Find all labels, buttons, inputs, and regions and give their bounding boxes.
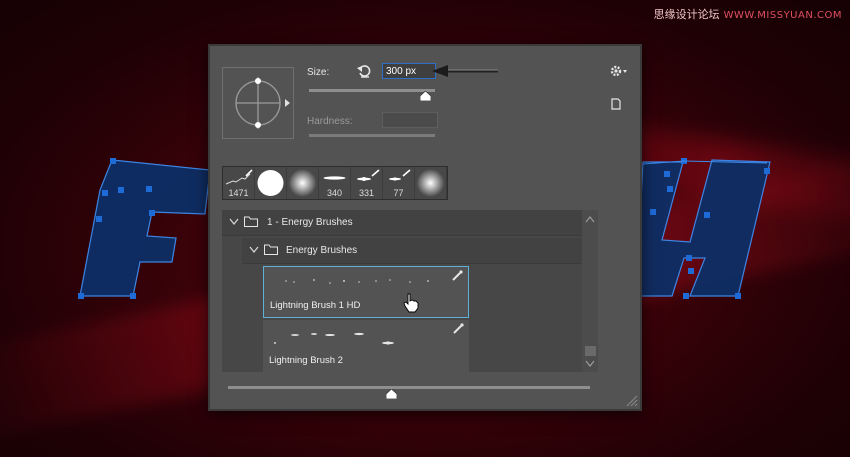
- sparkle-brush-icon: [357, 169, 380, 181]
- brush-preset-item[interactable]: Lightning Brush 2: [263, 320, 469, 372]
- hardness-label: Hardness:: [307, 116, 353, 127]
- chevron-up-icon[interactable]: [585, 216, 595, 223]
- hardness-field: [382, 112, 438, 128]
- thumbnail-size-slider-track[interactable]: [228, 386, 590, 389]
- folder-label: 1 - Energy Brushes: [267, 217, 353, 228]
- soft-round-brush-icon: [288, 169, 317, 197]
- soft-round-large-brush-icon: [416, 169, 445, 197]
- recent-brush-count: 331: [358, 188, 375, 198]
- recent-brush-tile[interactable]: [255, 167, 286, 199]
- recent-brush-tile[interactable]: 1471: [223, 167, 254, 199]
- thumbnail-size-slider-thumb[interactable]: [386, 389, 397, 399]
- new-preset-icon[interactable]: [610, 98, 622, 110]
- chevron-down-icon[interactable]: [229, 218, 239, 226]
- folder-icon: [264, 244, 278, 255]
- chevron-down-icon[interactable]: [249, 246, 259, 254]
- lightning-brush-thumb-icon: [225, 169, 253, 185]
- brush-angle-dial[interactable]: [223, 68, 295, 140]
- watermark-text: 思缘设计论坛: [653, 8, 720, 21]
- brush-tip-icon: [452, 270, 463, 281]
- resize-grip-icon[interactable]: [624, 393, 638, 407]
- watermark-site: WWW.MISSYUAN.COM: [723, 10, 842, 21]
- recent-brush-tile[interactable]: 77: [383, 167, 414, 199]
- recent-brush-count: 1471: [228, 188, 249, 198]
- brush-preset-item[interactable]: Lightning Brush 1 HD: [263, 266, 469, 318]
- brush-preset-list: 1 - Energy Brushes Energy Brushes Lightn…: [222, 210, 598, 372]
- folder-icon: [244, 216, 258, 227]
- brush-angle-roundness-preview[interactable]: [222, 67, 294, 139]
- recent-brush-tile[interactable]: [287, 167, 318, 199]
- folder-row[interactable]: 1 - Energy Brushes: [222, 210, 582, 236]
- chevron-down-icon[interactable]: [585, 360, 595, 367]
- folder-row[interactable]: Energy Brushes: [242, 238, 582, 264]
- brush-tip-icon: [453, 323, 464, 334]
- reset-size-icon[interactable]: [356, 63, 372, 79]
- gear-icon[interactable]: [610, 64, 628, 78]
- brush-preset-name: Lightning Brush 2: [269, 355, 343, 366]
- size-label: Size:: [307, 67, 330, 78]
- flare-brush-icon: [323, 176, 346, 180]
- brush-preset-picker: Size: Hardness: 1471: [208, 44, 642, 411]
- recent-brush-tile[interactable]: 331: [351, 167, 382, 199]
- hard-round-brush-icon: [257, 170, 284, 196]
- folder-label: Energy Brushes: [286, 245, 358, 256]
- lightning-stroke-preview: [285, 279, 429, 284]
- lightning-stroke-preview: [273, 332, 394, 345]
- list-scrollbar[interactable]: [582, 210, 598, 372]
- watermark: 思缘设计论坛 WWW.MISSYUAN.COM: [654, 6, 842, 22]
- annotation-arrow: [432, 65, 498, 77]
- size-field[interactable]: [382, 63, 436, 79]
- recent-brush-tile[interactable]: 340: [319, 167, 350, 199]
- size-slider-thumb[interactable]: [420, 91, 431, 101]
- hardness-slider-track: [309, 134, 435, 137]
- size-slider-track[interactable]: [309, 89, 435, 92]
- sparkle-small-brush-icon: [389, 169, 411, 181]
- recent-brush-tile[interactable]: [415, 167, 446, 199]
- scroll-thumb[interactable]: [585, 346, 596, 356]
- brush-preset-name: Lightning Brush 1 HD: [270, 300, 361, 311]
- recent-brushes-strip: 1471 340 331 77: [222, 166, 448, 200]
- recent-brush-count: 77: [393, 188, 404, 198]
- recent-brush-count: 340: [326, 188, 343, 198]
- hand-cursor-icon: [403, 293, 419, 313]
